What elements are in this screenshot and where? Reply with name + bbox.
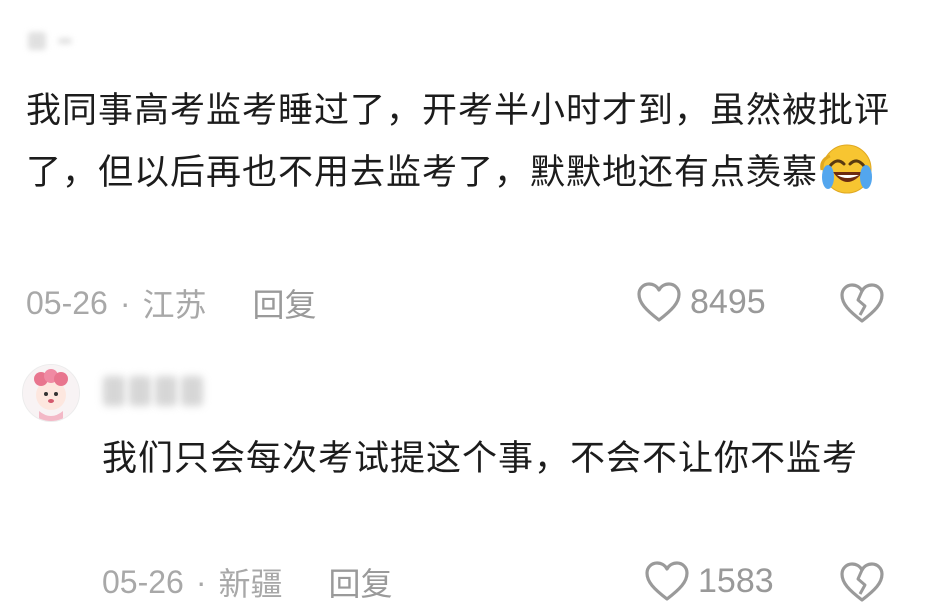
username-blur-block <box>103 376 125 406</box>
username-blurred[interactable] <box>28 30 84 52</box>
dislike-button[interactable] <box>838 281 886 325</box>
laughing-crying-emoji-icon <box>820 142 874 196</box>
username-blur-block <box>181 376 203 406</box>
like-count: 1583 <box>698 561 774 600</box>
heart-icon <box>637 282 681 322</box>
comment-meta: 05-26 · 江苏 回复 <box>26 280 317 326</box>
username-blur-block <box>28 32 46 50</box>
dislike-button[interactable] <box>838 560 886 604</box>
heart-icon <box>645 561 689 601</box>
avatar-image <box>23 365 79 421</box>
like-button[interactable]: 1583 <box>644 560 774 602</box>
comment-text: 我们只会每次考试提这个事，不会不让你不监考 <box>102 439 859 479</box>
username-blur-block <box>129 376 151 406</box>
comment-meta: 05-26 · 新疆 回复 <box>102 559 393 605</box>
comment-body: 我同事高考监考睡过了，开考半小时才到，虽然被批评了，但以后再也不用去监考了，默默… <box>26 91 891 193</box>
meta-separator: · <box>195 563 207 600</box>
comment-location: 新疆 <box>218 566 283 602</box>
meta-separator: · <box>119 284 131 321</box>
comment-location: 江苏 <box>142 287 207 323</box>
username-blurred[interactable] <box>103 374 203 408</box>
username-blur-block <box>58 38 72 44</box>
like-button[interactable]: 8495 <box>636 281 766 323</box>
comment-date: 05-26 <box>102 563 184 600</box>
comment-text: 我同事高考监考睡过了，开考半小时才到，虽然被批评了，但以后再也不用去监考了，默默… <box>26 80 906 204</box>
reply-button[interactable]: 回复 <box>329 559 393 605</box>
avatar[interactable] <box>22 364 80 422</box>
comment-date: 05-26 <box>26 284 108 321</box>
reply-button[interactable]: 回复 <box>253 280 317 326</box>
username-blur-block <box>155 376 177 406</box>
like-count: 8495 <box>690 282 766 321</box>
broken-heart-icon <box>840 562 884 602</box>
broken-heart-icon <box>840 283 884 323</box>
